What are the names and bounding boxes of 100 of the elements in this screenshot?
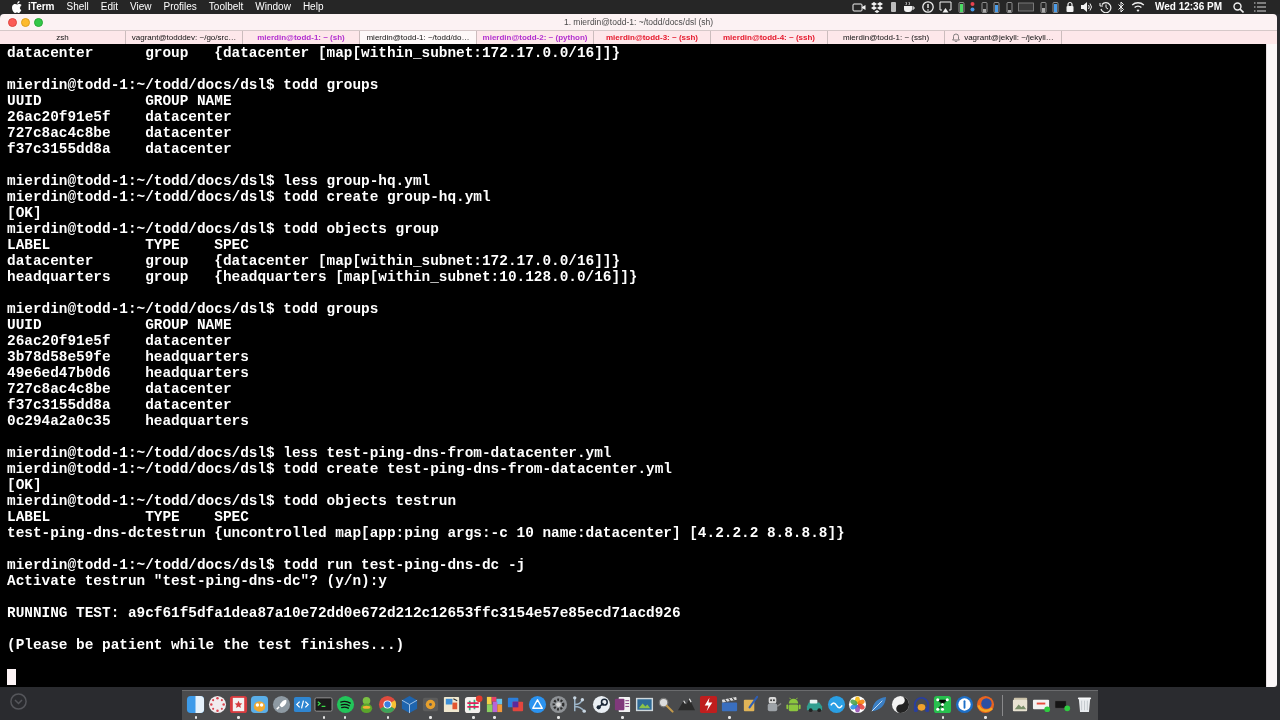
terminal-line: mierdin@todd-1:~/todd/docs/dsl$ todd create group-hq.yml — [7, 189, 491, 205]
menu-item[interactable]: View — [124, 0, 158, 14]
headphones-icon[interactable] — [911, 695, 931, 714]
paint-board-icon[interactable] — [442, 695, 462, 714]
menu-item[interactable]: Shell — [60, 0, 95, 14]
lightning-tile-icon[interactable] — [698, 695, 718, 714]
triangle-circle-icon[interactable] — [527, 695, 547, 714]
terminal-line: mierdin@todd-1:~/todd/docs/dsl$ less group-hq.yml — [7, 173, 431, 189]
terminal-line: mierdin@todd-1:~/todd/docs/dsl$ todd groups — [7, 77, 379, 93]
menu-item[interactable]: Toolbelt — [202, 0, 250, 14]
phone-icon[interactable] — [888, 1, 897, 13]
ring-tile-icon[interactable] — [421, 695, 441, 714]
display-icon[interactable] — [1018, 1, 1035, 13]
yin-yang-icon[interactable] — [890, 695, 910, 714]
menu-clock[interactable]: Wed 12:36 PM — [1154, 0, 1222, 14]
terminal-line: 727c8ac4c8be datacenter — [7, 125, 232, 141]
speaker-icon[interactable] — [1080, 1, 1094, 13]
terminal-line: LABEL TYPE SPEC — [7, 237, 249, 253]
menu-item[interactable]: Help — [296, 0, 330, 14]
quill-icon[interactable] — [741, 695, 761, 714]
mosaic-icon[interactable] — [485, 695, 505, 714]
ringed-disc-icon[interactable] — [976, 695, 995, 714]
bluetooth-icon[interactable] — [1117, 1, 1126, 13]
app-menu[interactable]: iTerm — [22, 0, 61, 14]
antenna-robot-icon[interactable] — [783, 695, 803, 714]
picture-icon[interactable] — [634, 695, 654, 714]
terminal-line: 0c294a2a0c35 headquarters — [7, 413, 249, 429]
list-icon[interactable] — [1254, 2, 1266, 12]
window-title: 1. mierdin@todd-1: ~/todd/docs/dsl (sh) — [563, 15, 714, 29]
battery-icon[interactable] — [957, 1, 965, 13]
terminal-line: 49e6ed47b0d6 headquarters — [7, 365, 249, 381]
petals-icon[interactable] — [847, 695, 867, 714]
creature-tile-icon[interactable] — [250, 695, 270, 714]
dotted-circle-icon[interactable] — [207, 695, 227, 714]
battery-icon[interactable] — [1052, 1, 1060, 13]
terminal-line: 3b78d58e59fe headquarters — [7, 349, 249, 365]
cube-icon[interactable] — [399, 695, 419, 714]
gauge-icon[interactable] — [1005, 1, 1013, 13]
terminal-line: 26ac20f91e5f datacenter — [7, 109, 232, 125]
terminal-line: mierdin@todd-1:~/todd/docs/dsl$ todd objects testrun — [7, 493, 457, 509]
cup-icon[interactable] — [902, 1, 917, 13]
keyhole-circle-icon[interactable] — [954, 695, 974, 714]
clapper-icon[interactable] — [719, 695, 739, 714]
notebook-icon[interactable] — [613, 695, 633, 714]
gauge-icon[interactable] — [980, 1, 988, 13]
wave-circle-icon[interactable] — [826, 695, 846, 714]
terminal-line: datacenter group {datacenter [map[within_subnet:172.17.0.0/16]]} — [7, 253, 621, 269]
bell-icon — [952, 33, 961, 42]
terminal-line: datacenter group {datacenter [map[within_subnet:172.17.0.0/16]]} — [7, 45, 621, 61]
gauge-icon[interactable] — [1039, 1, 1047, 13]
hash-tile-icon[interactable] — [463, 695, 483, 714]
terminal-line: [OK] — [7, 477, 42, 493]
menu-item[interactable]: Profiles — [157, 0, 203, 14]
battery-icon[interactable] — [993, 1, 1001, 13]
linked-circles-icon[interactable] — [591, 695, 611, 714]
terminal-line: UUID GROUP NAME — [7, 93, 232, 109]
terminal-line: 727c8ac4c8be datacenter — [7, 381, 232, 397]
terminal-line: Activate testrun "test-ping-dns-dc"? (y/n):y — [7, 573, 387, 589]
tab[interactable]: mierdin@todd-1: ~/todd/do… — [360, 31, 477, 44]
terminal-line: mierdin@todd-1:~/todd/docs/dsl$ todd objects group — [7, 221, 439, 237]
close-button[interactable] — [7, 17, 17, 27]
gear-icon[interactable] — [549, 695, 569, 714]
terminal-line: f37c3155dd8a datacenter — [7, 397, 232, 413]
photo-stack-icon[interactable] — [1010, 695, 1030, 714]
menu-item[interactable]: Window — [249, 0, 297, 14]
leaf-icon[interactable] — [869, 695, 889, 714]
dots-icon[interactable] — [970, 1, 976, 13]
terminal-line: mierdin@todd-1:~/todd/docs/dsl$ todd run test-ping-dns-dc -j — [7, 557, 526, 573]
diamonds-icon[interactable] — [871, 1, 884, 13]
terminal-line: mierdin@todd-1:~/todd/docs/dsl$ less test-ping-dns-from-datacenter.yml — [7, 445, 612, 461]
terminal-icon[interactable] — [314, 695, 334, 714]
terminal-line: mierdin@todd-1:~/todd/docs/dsl$ todd groups — [7, 301, 379, 317]
terminal-line: LABEL TYPE SPEC — [7, 509, 249, 525]
terminal-line: (Please be patient while the test finishes...) — [7, 637, 405, 653]
split-tile-icon[interactable] — [186, 695, 206, 714]
menu-item[interactable]: Edit — [94, 0, 124, 14]
lock-icon[interactable] — [1064, 1, 1075, 13]
history-clock-icon[interactable] — [1098, 1, 1112, 13]
network-nodes-icon[interactable] — [933, 695, 953, 714]
scrollbar-track[interactable] — [1266, 44, 1277, 687]
airplay-icon[interactable] — [939, 1, 953, 13]
wifi-icon[interactable] — [1130, 1, 1145, 13]
terminal-line: test-ping-dns-dctestrun {uncontrolled map[app:ping args:-c 10 name:datacenter] [4.2.2.2 8.8.8.8]} — [7, 525, 845, 541]
terminal-line: 26ac20f91e5f datacenter — [7, 333, 232, 349]
segmented-ring-icon[interactable] — [378, 695, 398, 714]
search-icon[interactable] — [1233, 1, 1244, 13]
feather-circle-icon[interactable] — [271, 695, 291, 714]
apple-icon[interactable] — [12, 1, 22, 13]
sound-waves-icon[interactable] — [335, 695, 355, 714]
terminal-line: UUID GROUP NAME — [7, 317, 232, 333]
terminal-line: RUNNING TEST: a9cf61f5dfa1dea87a10e72dd0e672d212c12653ffc3154e57e85ecd71acd926 — [7, 605, 681, 621]
terminal-line: [OK] — [7, 205, 42, 221]
star-tile-icon[interactable] — [228, 695, 248, 714]
exclamation-circle-icon[interactable] — [921, 1, 934, 13]
terminal-line: headquarters group {headquarters [map[within_subnet:10.128.0.0/16]]} — [7, 269, 638, 285]
code-brackets-icon[interactable] — [293, 695, 312, 714]
video-camera-icon[interactable] — [851, 1, 866, 13]
terminal-line: mierdin@todd-1:~/todd/docs/dsl$ todd create test-ping-dns-from-datacenter.yml — [7, 461, 672, 477]
terminal-line: f37c3155dd8a datacenter — [7, 141, 232, 157]
chevron-circle-icon — [10, 693, 27, 710]
